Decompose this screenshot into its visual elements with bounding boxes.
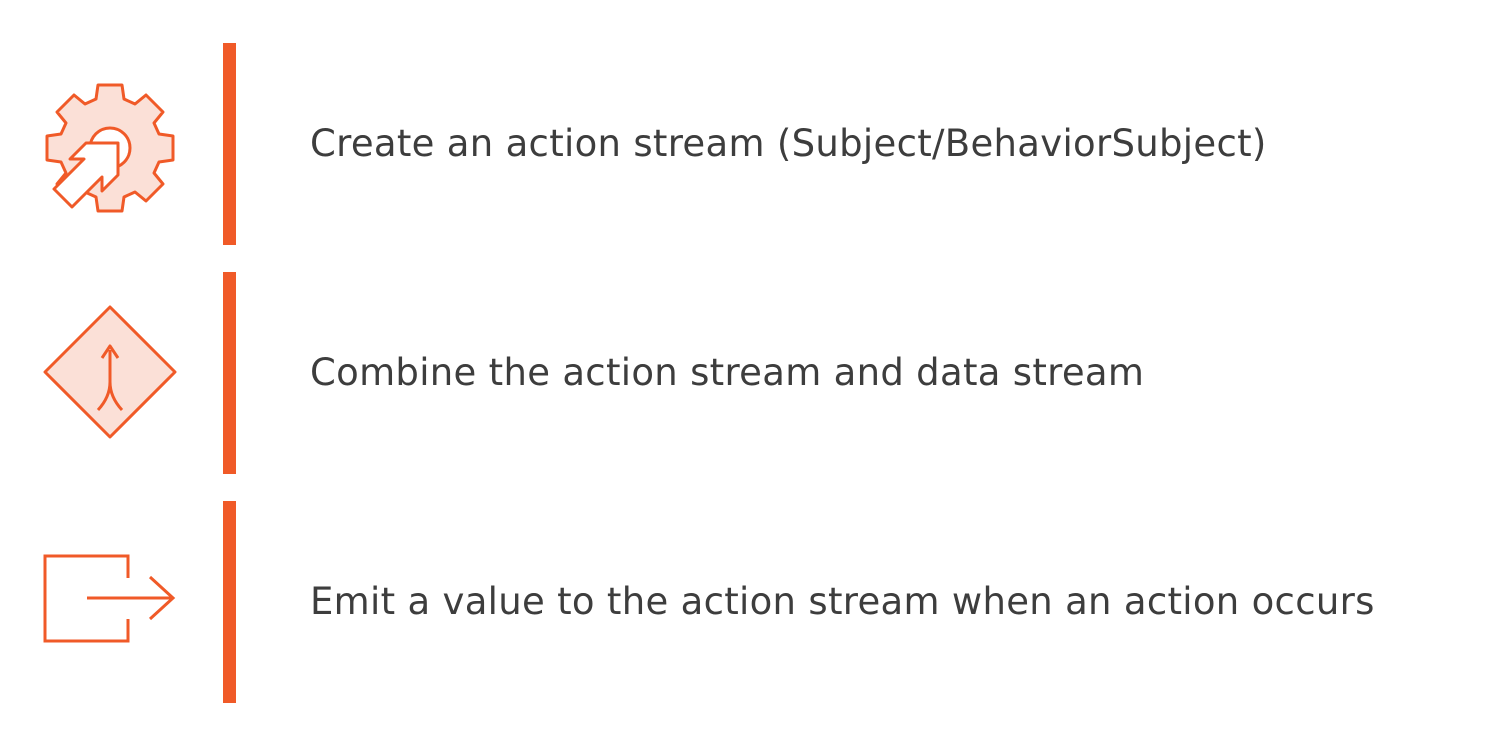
merge-diamond-icon	[40, 302, 180, 442]
gear-arrow-icon	[40, 73, 180, 213]
step-emit-value: Emit a value to the action stream when a…	[0, 501, 1502, 703]
step-label: Emit a value to the action stream when a…	[310, 580, 1375, 623]
step-label: Create an action stream (Subject/Behavio…	[310, 122, 1267, 165]
step-combine-streams: Combine the action stream and data strea…	[0, 272, 1502, 474]
slide: Create an action stream (Subject/Behavio…	[0, 0, 1502, 732]
step-label: Combine the action stream and data strea…	[310, 351, 1145, 394]
step-divider-bar	[223, 501, 236, 703]
step-create-action-stream: Create an action stream (Subject/Behavio…	[0, 43, 1502, 245]
step-divider-bar	[223, 272, 236, 474]
step-divider-bar	[223, 43, 236, 245]
exit-arrow-icon	[40, 531, 180, 671]
